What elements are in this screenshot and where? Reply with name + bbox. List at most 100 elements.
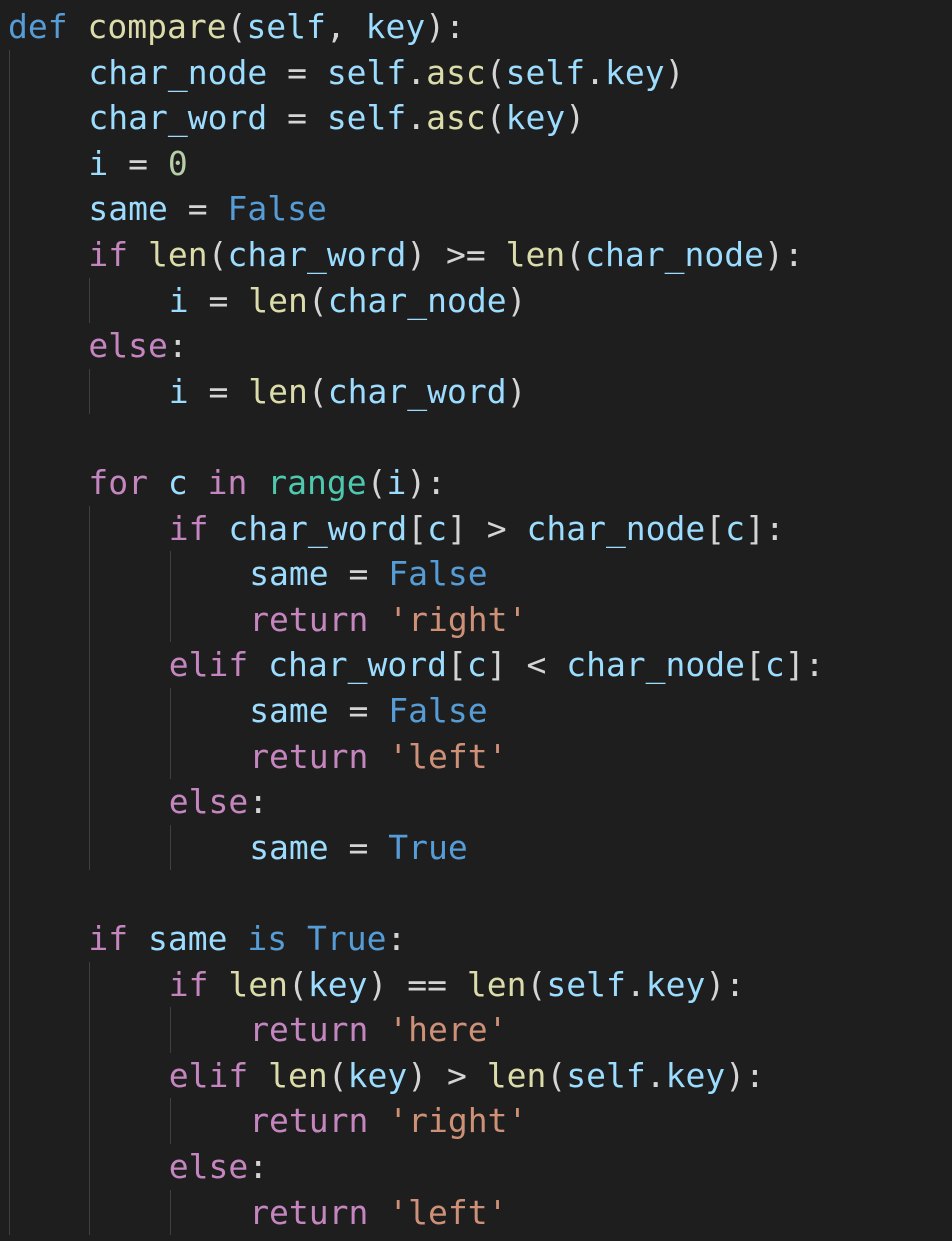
code-token: ): <box>763 235 804 274</box>
code-token: ( <box>307 371 328 411</box>
code-editor[interactable]: def compare(self, key): char_node = self.… <box>0 0 952 1241</box>
code-token: c <box>764 645 785 685</box>
code-token: ( <box>327 1055 348 1095</box>
code-line[interactable]: char_node = self.asc(self.key) <box>88 50 684 96</box>
code-token: return <box>249 599 369 639</box>
code-token: len <box>248 280 308 320</box>
code-token: if <box>168 964 209 1004</box>
code-token: range <box>267 463 367 502</box>
code-line[interactable]: if char_word[c] > char_node[c]: <box>169 506 785 552</box>
code-token: for <box>88 463 148 502</box>
code-line[interactable]: return 'here' <box>249 1007 507 1053</box>
code-token: ): <box>725 1055 765 1095</box>
code-token: c <box>725 508 746 548</box>
code-token: self <box>326 52 407 92</box>
code-line[interactable]: return 'left' <box>249 734 507 780</box>
code-token: ) <box>506 371 527 411</box>
code-line[interactable]: if len(key) == len(self.key): <box>169 962 745 1008</box>
code-line[interactable]: i = len(char_node) <box>169 278 527 324</box>
code-token: = <box>188 371 249 411</box>
code-line[interactable]: return 'left' <box>249 1190 507 1236</box>
code-line[interactable]: if same is True: <box>88 916 406 962</box>
indent-guide <box>89 368 91 415</box>
code-token: = <box>188 280 249 320</box>
code-line[interactable]: elif char_word[c] < char_node[c]: <box>169 642 825 688</box>
indent-guide <box>9 49 10 1236</box>
code-token: char_node <box>566 645 746 685</box>
code-token: same <box>148 919 228 958</box>
indent-guide <box>169 1189 171 1236</box>
code-token: same <box>88 189 168 229</box>
code-token: ): <box>406 463 447 502</box>
code-line[interactable]: same = False <box>88 186 326 232</box>
indent-guide <box>89 961 91 1236</box>
code-token: = <box>267 52 327 92</box>
code-line[interactable]: i = len(char_word) <box>169 369 527 415</box>
indent-guide <box>169 551 171 643</box>
code-token: . <box>645 1055 666 1095</box>
code-token: char_word <box>268 645 447 685</box>
code-token: asc <box>426 52 486 92</box>
code-token: char_node <box>88 52 268 92</box>
code-token: = <box>167 189 228 229</box>
code-token: char_word <box>327 371 507 411</box>
code-token: len <box>505 235 566 274</box>
code-token: ) > <box>407 1055 487 1095</box>
code-line[interactable]: if len(char_word) >= len(char_node): <box>88 232 803 278</box>
code-token: ]: <box>784 645 825 685</box>
code-token: . <box>585 52 606 92</box>
code-token: ]: <box>745 508 785 548</box>
code-token: ( <box>546 1055 567 1095</box>
code-token: ) <box>565 98 586 138</box>
code-token: elif <box>168 645 249 685</box>
code-line[interactable]: else: <box>169 779 268 825</box>
code-token: key <box>505 98 566 138</box>
code-line[interactable]: return 'right' <box>249 1098 527 1144</box>
code-line[interactable]: elif len(key) > len(self.key): <box>169 1053 765 1099</box>
code-line[interactable]: same = False <box>249 688 487 734</box>
code-token: ( <box>485 98 506 138</box>
code-token: same <box>249 827 329 867</box>
indent-guide <box>169 688 171 780</box>
code-token: i <box>386 463 407 502</box>
code-line[interactable]: char_word = self.asc(key) <box>88 95 585 141</box>
code-token: key <box>665 1055 726 1095</box>
code-token: ): <box>425 7 466 46</box>
code-token: if <box>88 235 129 274</box>
code-token: i <box>168 371 189 411</box>
indent-guide <box>89 505 91 871</box>
code-token: compare <box>87 7 227 46</box>
code-token: asc <box>426 98 486 138</box>
code-token: char_word <box>88 98 268 138</box>
code-line[interactable]: same = True <box>249 825 468 871</box>
code-line[interactable]: return 'right' <box>249 597 527 643</box>
code-line[interactable]: else: <box>88 323 187 369</box>
code-line[interactable]: i = 0 <box>88 141 187 187</box>
code-token: False <box>388 554 488 594</box>
code-line[interactable]: def compare(self, key): <box>8 4 465 50</box>
code-token: def <box>8 7 68 46</box>
code-token: ) <box>506 280 527 320</box>
code-token: self <box>546 964 626 1004</box>
code-token: key <box>347 1055 408 1095</box>
code-line[interactable]: same = False <box>249 551 487 597</box>
code-line[interactable]: for c in range(i): <box>88 460 446 506</box>
code-token: ] > <box>446 508 527 548</box>
code-token: key <box>605 52 665 92</box>
code-token: : <box>248 1147 269 1186</box>
code-token: ( <box>366 463 387 502</box>
code-token: True <box>307 919 387 958</box>
code-token: key <box>307 964 368 1004</box>
code-token: = <box>267 98 327 138</box>
code-line[interactable]: else: <box>169 1144 268 1190</box>
code-token: self <box>505 52 586 92</box>
